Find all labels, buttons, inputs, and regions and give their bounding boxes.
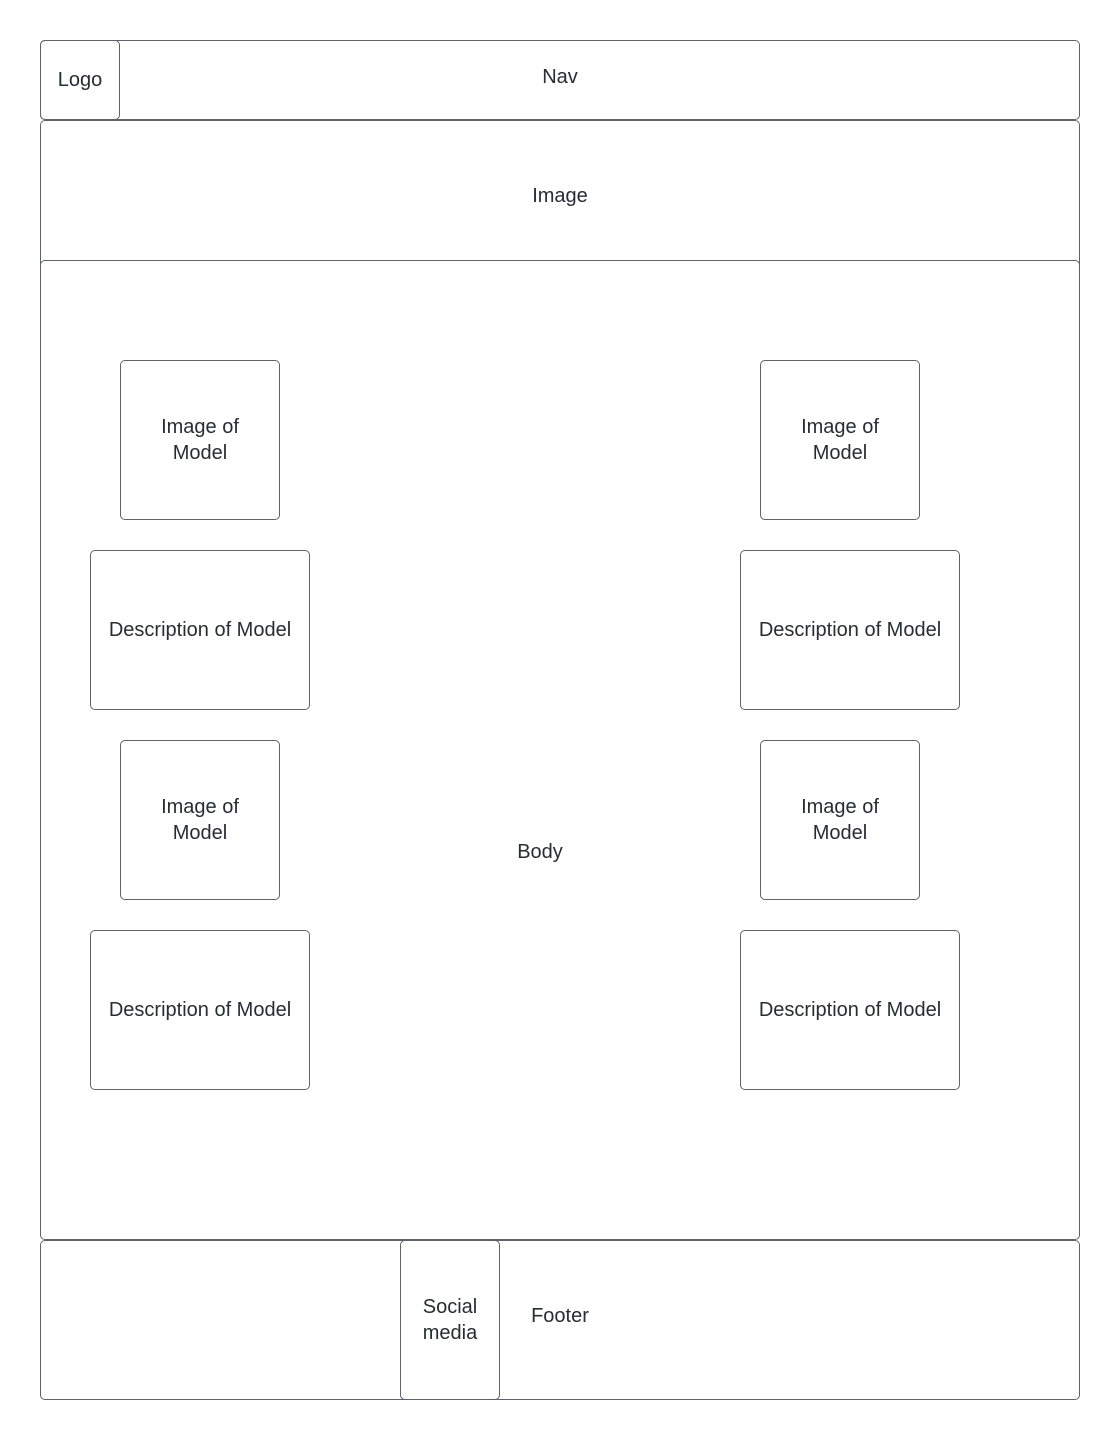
model-image-label: Image of Model [161, 416, 239, 464]
model-description-label: Description of Model [758, 619, 942, 641]
body-label: Body [517, 841, 563, 863]
model-description-box: Description of Model [90, 550, 310, 710]
model-image-label: Image of Model [161, 796, 239, 844]
hero-image-label: Image [532, 185, 588, 207]
model-image-label: Image of Model [801, 416, 879, 464]
logo-box: Logo [40, 40, 120, 120]
model-description-label: Description of Model [108, 619, 292, 641]
model-description-box: Description of Model [90, 930, 310, 1090]
model-image-box: Image of Model [760, 740, 920, 900]
model-image-box: Image of Model [120, 740, 280, 900]
nav-label: Nav [542, 66, 578, 88]
model-image-label: Image of Model [801, 796, 879, 844]
social-media-label: Social media [422, 1296, 478, 1344]
social-media-box: Social media [400, 1240, 500, 1400]
model-image-box: Image of Model [120, 360, 280, 520]
model-description-box: Description of Model [740, 550, 960, 710]
model-description-box: Description of Model [740, 930, 960, 1090]
logo-label: Logo [57, 68, 103, 91]
model-image-box: Image of Model [760, 360, 920, 520]
model-description-label: Description of Model [758, 999, 942, 1021]
model-description-label: Description of Model [108, 999, 292, 1021]
footer-label: Footer [531, 1305, 589, 1327]
